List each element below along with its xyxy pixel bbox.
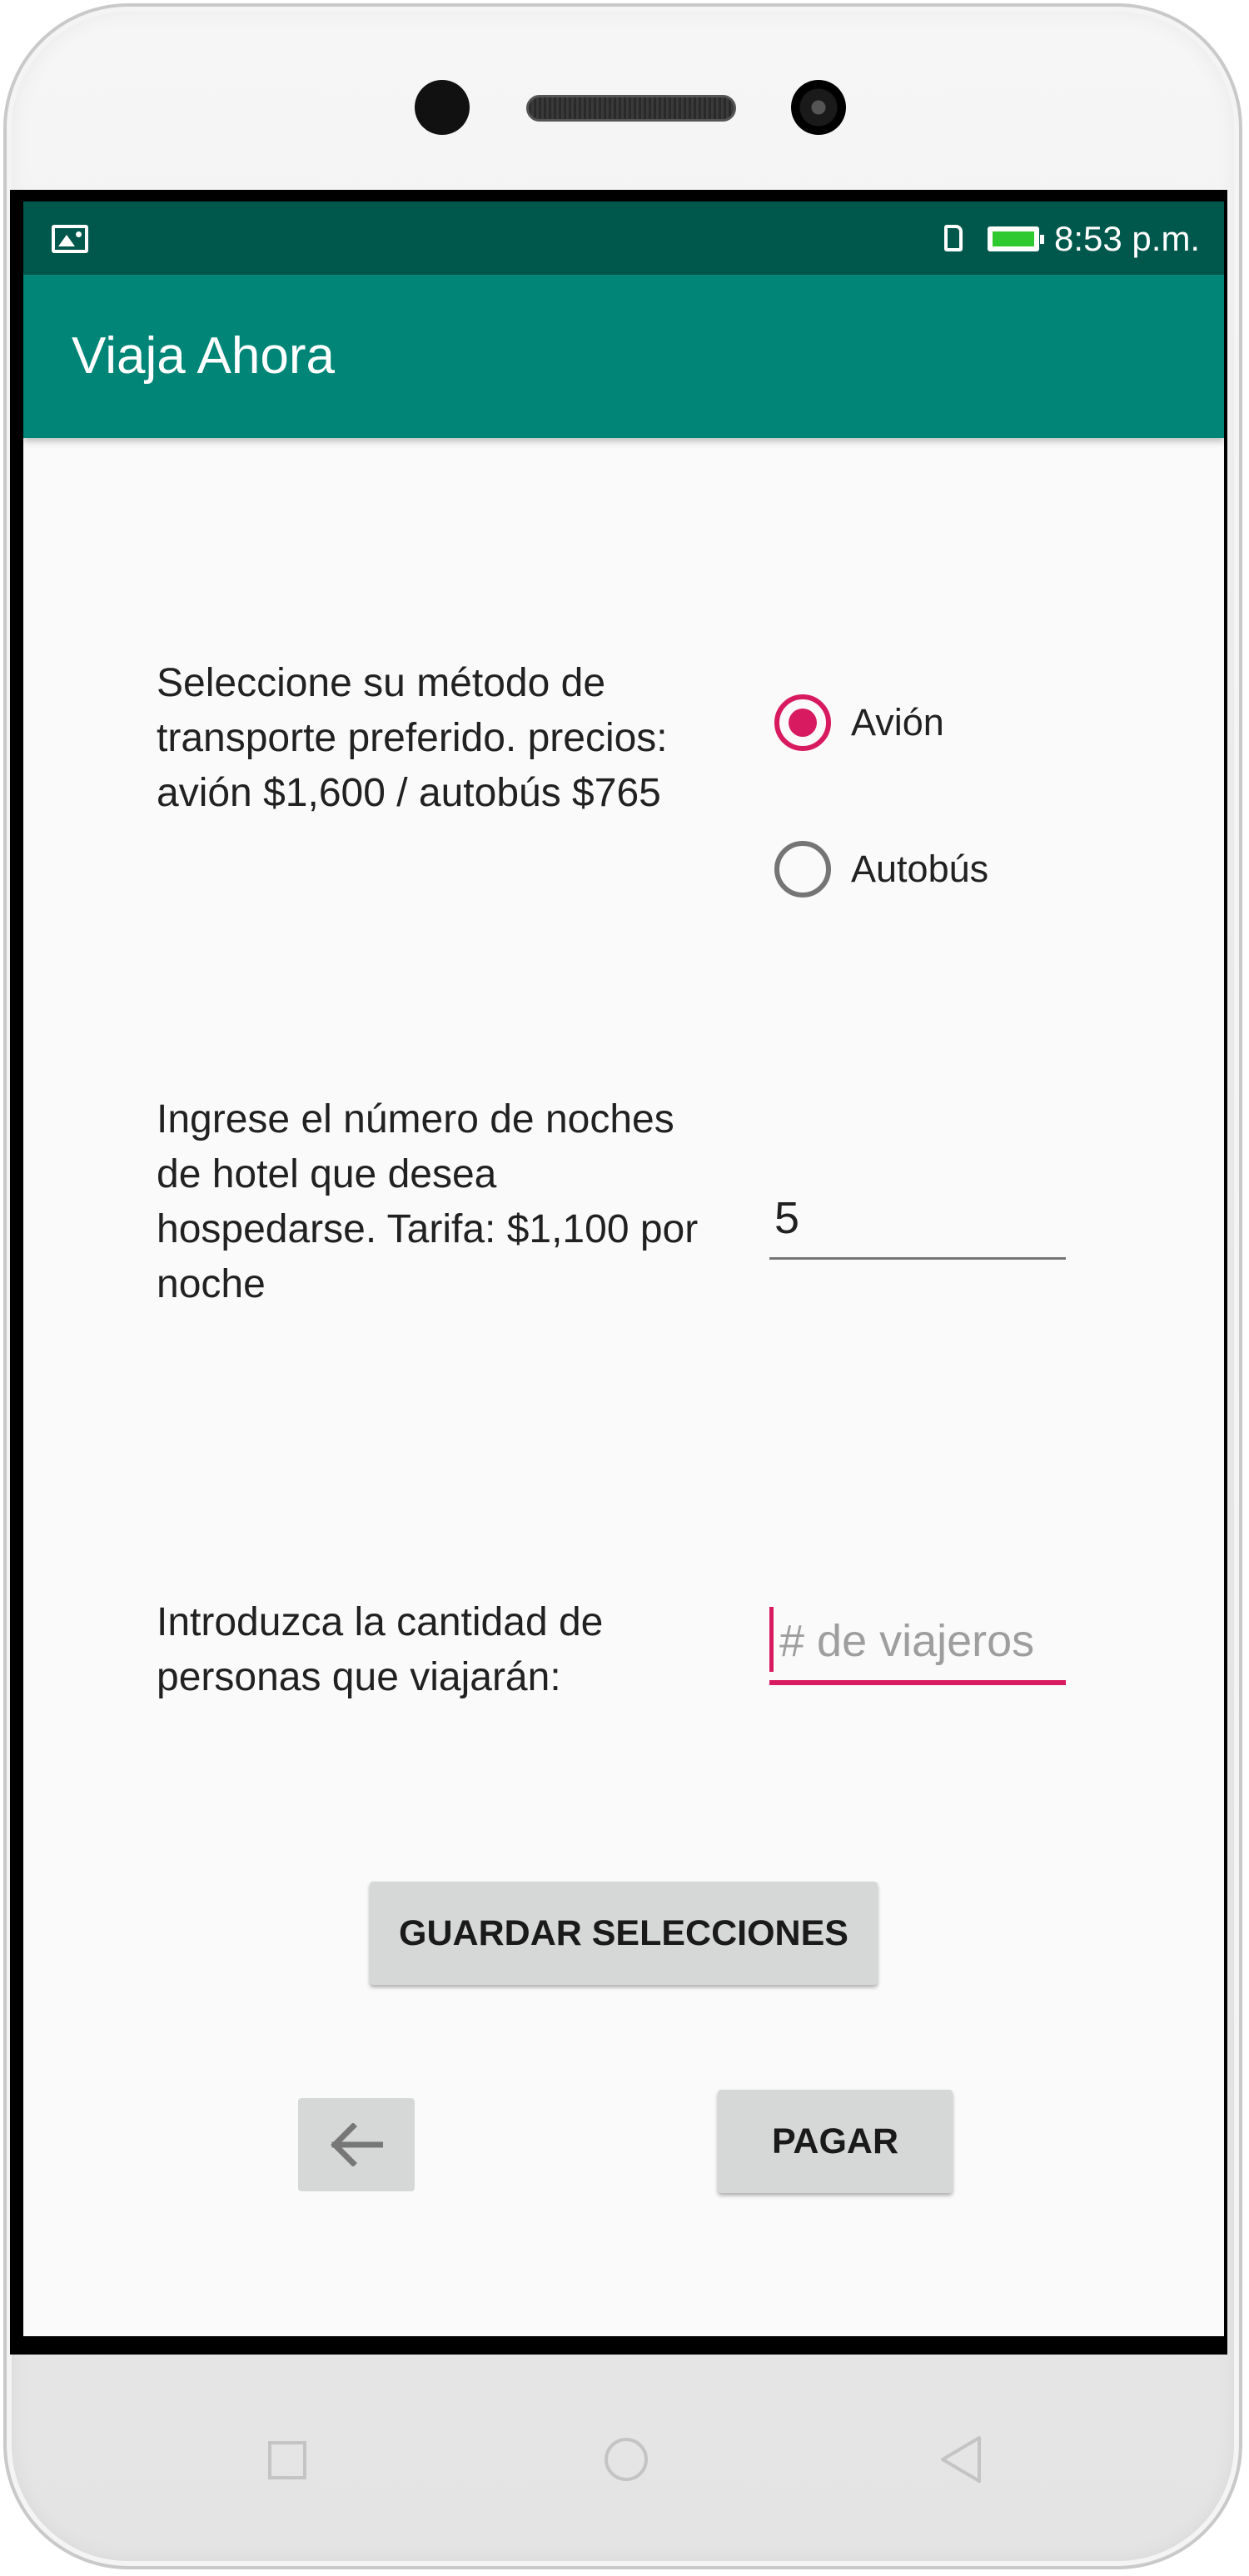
travelers-prompt: Introduzca la cantidad de personas que v… xyxy=(157,1600,604,1699)
sim-card-icon xyxy=(944,225,963,251)
radio-avion[interactable] xyxy=(774,694,831,751)
triangle-back-icon[interactable] xyxy=(938,2434,984,2484)
square-icon[interactable] xyxy=(268,2441,306,2479)
travelers-input[interactable] xyxy=(769,1612,1066,1670)
earpiece-speaker xyxy=(526,95,736,122)
circle-icon[interactable] xyxy=(605,2438,648,2481)
arrow-left-icon xyxy=(331,2123,383,2166)
transport-prompt: Seleccione su método de transporte prefe… xyxy=(157,661,668,815)
status-bar: 8:53 p.m. xyxy=(23,201,1224,275)
front-camera-icon xyxy=(791,80,846,135)
hotel-prompt: Ingrese el número de noches de hotel que… xyxy=(157,1097,699,1306)
back-button[interactable] xyxy=(298,2098,415,2191)
hotel-nights-underline xyxy=(769,1257,1066,1260)
battery-icon xyxy=(988,226,1044,251)
radio-avion-label[interactable]: Avión xyxy=(851,699,944,747)
travelers-underline xyxy=(769,1680,1066,1685)
radio-autobus-label[interactable]: Autobús xyxy=(851,845,988,893)
pay-button[interactable]: PAGAR xyxy=(718,2090,953,2193)
save-selections-button[interactable]: GUARDAR SELECCIONES xyxy=(370,1882,878,1985)
camera-icon xyxy=(415,80,470,135)
status-time: 8:53 p.m. xyxy=(1054,219,1201,258)
app-title: Viaja Ahora xyxy=(72,327,335,385)
radio-autobus[interactable] xyxy=(774,841,831,898)
app-bar: Viaja Ahora xyxy=(23,275,1224,438)
image-icon xyxy=(52,225,88,253)
app-screen: 8:53 p.m. Viaja Ahora Seleccione su méto… xyxy=(23,201,1224,2336)
hotel-nights-input[interactable] xyxy=(769,1189,1066,1247)
